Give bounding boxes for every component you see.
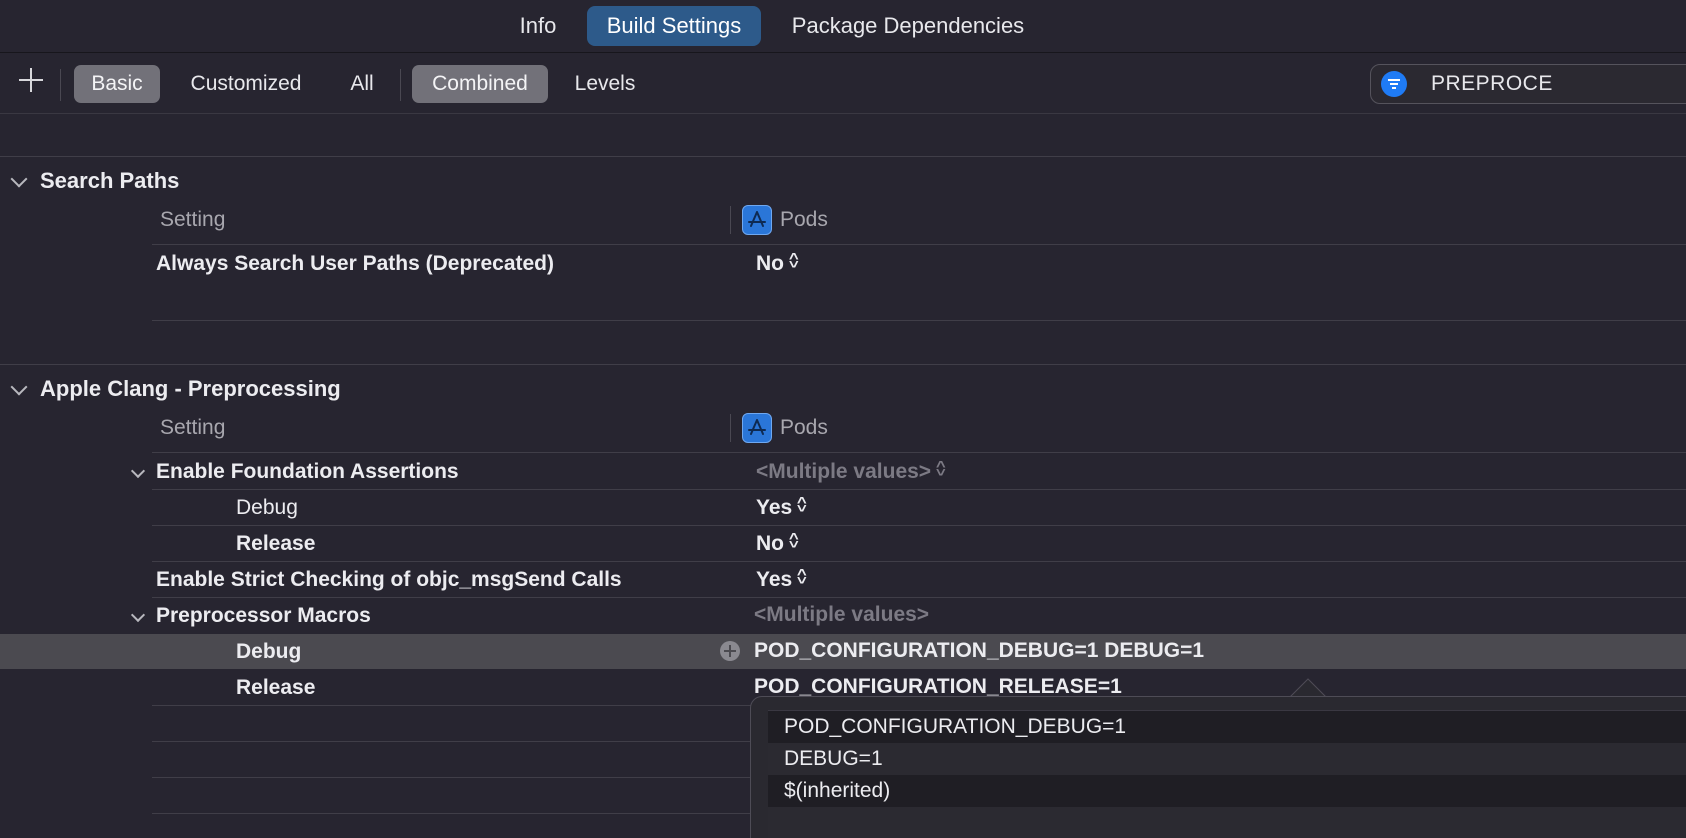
view-combined-button[interactable]: Combined [412,65,548,103]
column-header-setting: Setting [160,208,226,231]
divider [152,525,1686,526]
list-item[interactable]: POD_CONFIGURATION_DEBUG=1 [768,711,1686,743]
build-settings-window: Info Build Settings Package Dependencies… [0,0,1686,838]
setting-always-search-user-paths[interactable]: Always Search User Paths (Deprecated) [156,252,554,276]
divider [152,705,752,706]
filter-icon[interactable] [1381,71,1407,97]
divider [152,597,1686,598]
divider [0,364,1686,365]
section-title-search-paths: Search Paths [40,168,180,193]
search-field[interactable]: PREPROCE [1370,64,1686,104]
app-target-icon [742,413,772,443]
column-header-target: Pods [780,416,828,439]
divider [152,813,752,814]
add-setting-icon[interactable] [18,67,44,93]
value-text: Yes [756,496,793,519]
stepper-icon: ˄ ˅ [797,493,807,517]
list-item[interactable]: $(inherited) [768,775,1686,807]
list-item-empty[interactable] [768,807,1686,838]
section-title-apple-clang-preprocessing: Apple Clang - Preprocessing [40,376,341,401]
value-text: No [756,252,784,275]
setting-value[interactable]: <Multiple values> [754,603,929,627]
value-text: No [756,532,784,555]
scope-all-button[interactable]: All [334,65,390,103]
config-release[interactable]: Release [236,532,315,556]
column-header-target: Pods [780,208,828,231]
setting-value[interactable]: <Multiple values> ˄ ˅ [756,457,946,484]
setting-value[interactable]: POD_CONFIGURATION_DEBUG=1 DEBUG=1 [754,639,1204,663]
divider [152,777,752,778]
chevron-down-icon[interactable] [10,378,28,396]
chevron-down-icon[interactable] [130,463,146,479]
app-target-icon [742,205,772,235]
column-divider [730,206,731,234]
view-levels-button[interactable]: Levels [560,65,650,103]
config-release[interactable]: Release [236,676,315,700]
scope-customized-button[interactable]: Customized [172,65,320,103]
config-debug[interactable]: Debug [236,640,301,664]
tab-build-settings[interactable]: Build Settings [587,6,761,46]
filter-bar: Basic Customized All Combined Levels PRE… [0,53,1686,114]
chevron-down-icon[interactable] [130,607,146,623]
value-text: <Multiple values> [756,460,932,483]
scope-basic-button[interactable]: Basic [74,65,160,103]
column-divider [730,414,731,442]
stepper-icon: ˄ ˅ [788,249,799,273]
divider [400,69,401,101]
stepper-icon: ˄ ˅ [935,457,946,481]
divider [152,320,1686,321]
macros-list[interactable]: POD_CONFIGURATION_DEBUG=1 DEBUG=1 $(inhe… [768,710,1686,838]
divider [152,489,1686,490]
setting-preprocessor-macros[interactable]: Preprocessor Macros [156,604,371,628]
search-input[interactable]: PREPROCE [1431,65,1553,103]
stepper-icon: ˄ ˅ [797,565,807,589]
setting-value[interactable]: Yes ˄ ˅ [756,565,807,592]
setting-value[interactable]: No ˄ ˅ [756,529,799,556]
divider [152,561,1686,562]
list-item[interactable]: DEBUG=1 [768,743,1686,775]
setting-enable-foundation-assertions[interactable]: Enable Foundation Assertions [156,460,459,484]
setting-enable-strict-objc-msgsend[interactable]: Enable Strict Checking of objc_msgSend C… [156,568,622,592]
editor-tab-bar: Info Build Settings Package Dependencies [0,0,1686,53]
divider [0,156,1686,157]
divider [152,244,1686,245]
add-value-icon[interactable] [720,641,740,661]
column-header-setting: Setting [160,416,226,439]
divider [152,452,1686,453]
value-text: Yes [756,568,793,591]
setting-value[interactable]: No ˄ ˅ [756,249,799,276]
chevron-down-icon[interactable] [10,170,28,188]
tab-info[interactable]: Info [506,6,570,46]
setting-value[interactable]: Yes ˄ ˅ [756,493,807,520]
config-debug[interactable]: Debug [236,496,298,520]
divider [152,741,752,742]
stepper-icon: ˄ ˅ [788,529,799,553]
tab-package-dependencies[interactable]: Package Dependencies [780,6,1036,46]
divider [60,69,61,101]
